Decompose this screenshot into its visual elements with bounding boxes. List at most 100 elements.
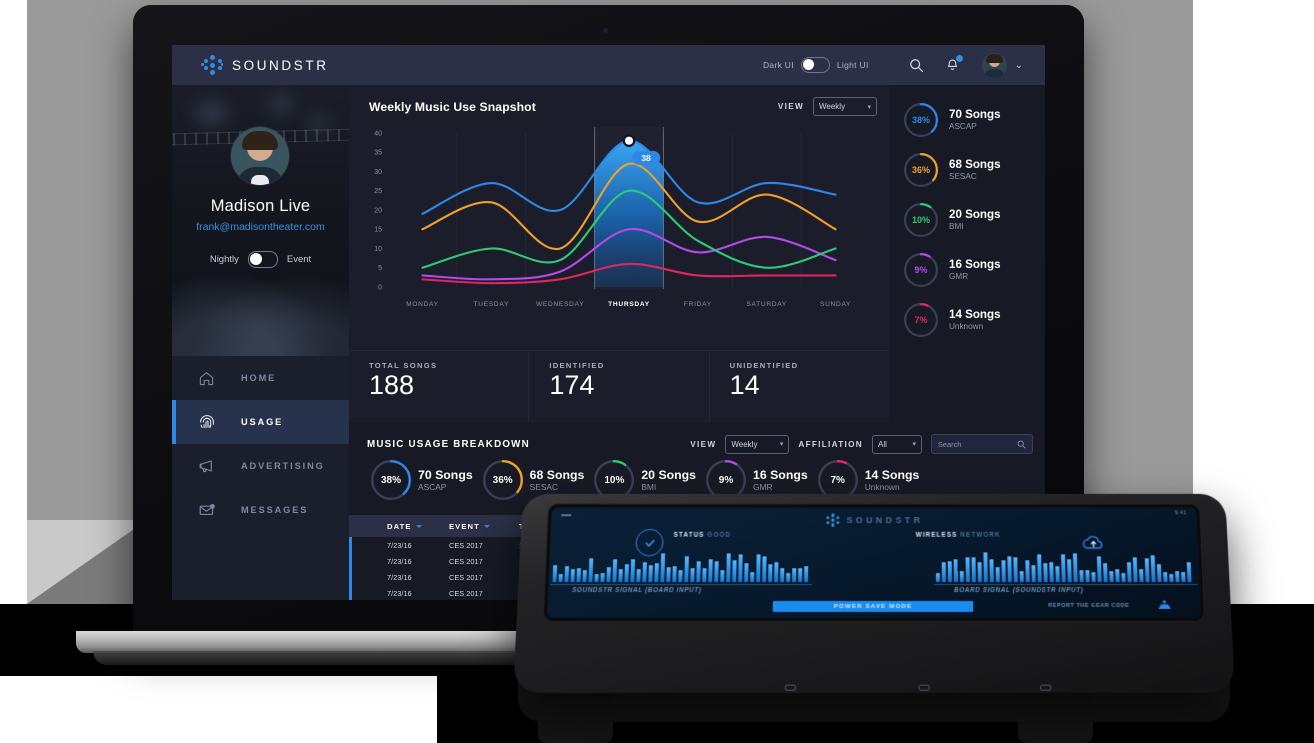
cloud-badge [1080,529,1107,554]
avatar[interactable] [981,52,1007,78]
table-column-header[interactable]: DATE [387,522,422,531]
equalizer-bar [708,559,713,583]
brand-name: SOUNDSTR [232,57,329,73]
brand-logo[interactable]: SOUNDSTR [201,55,329,75]
table-column-header[interactable]: EVENT [449,522,490,531]
profile-email[interactable]: frank@madisontheater.com [172,221,349,233]
pro-org: Unknown [949,321,984,331]
equalizer-bar [1072,553,1078,583]
equalizer-bar [989,559,994,583]
affiliation-select[interactable]: All ▾ [872,434,922,454]
equalizer-bar [1169,574,1174,583]
pro-row[interactable]: 38% 70 Songs ASCAP [889,95,1045,145]
sidebar-item-home[interactable]: HOME [172,356,349,400]
equalizer-bar [1139,569,1144,583]
equalizer-bar [636,569,641,583]
power-save-button[interactable]: POWER SAVE MODE [772,600,974,612]
search-input[interactable]: Search [931,434,1033,454]
equalizer-bar [1121,573,1126,583]
breakdown-songs: 68 Songs [529,467,585,482]
tablet-brand-name: SOUNDSTR [846,515,924,525]
stat-label: TOTAL SONGS [369,361,438,370]
wireless-label: WIRELESS [915,531,958,539]
svg-text:15: 15 [374,227,382,234]
breakdown-donut: 36% [482,460,523,500]
chevron-down-icon[interactable]: ⌄ [1015,60,1023,71]
chart-view-select[interactable]: Weekly ▾ [813,97,877,116]
upload-icon [1158,599,1171,609]
breakdown-org: BMI [641,481,657,492]
equalizer-bar [666,567,671,583]
breakdown-songs: 20 Songs [641,467,697,482]
svg-text:40: 40 [374,130,382,137]
report-gear-code-link[interactable]: REPORT THE GEAR CODE [1048,603,1129,609]
equalizer-bar [600,573,605,583]
eq-left-rule [550,584,813,586]
pro-songs: 68 Songs [949,158,1001,172]
column-label: DATE [387,521,412,531]
profile-avatar[interactable] [231,127,289,185]
pro-row[interactable]: 9% 16 Songs GMR [889,245,1045,295]
breakdown-view-select[interactable]: Weekly ▾ [725,434,790,454]
breakdown-title: MUSIC USAGE BREAKDOWN [367,438,530,450]
equalizer-bar [570,569,575,583]
pro-row[interactable]: 36% 68 Songs SESAC [889,145,1045,195]
pro-text: 70 Songs ASCAP [949,108,1001,132]
equalizer-bar [750,572,755,583]
breakdown-view-label: VIEW [690,439,717,449]
megaphone-icon [196,456,217,477]
equalizer-bar [1025,560,1030,583]
svg-text:5: 5 [378,265,382,272]
nav-recent-icon[interactable] [1040,684,1052,691]
weekly-snapshot-card: Weekly Music Use Snapshot VIEW Weekly ▾ … [349,85,889,350]
theme-switch[interactable] [800,57,830,73]
sidebar-item-messages[interactable]: MESSAGES [172,488,349,532]
sidebar-item-advertising[interactable]: ADVERTISING [172,444,349,488]
equalizer-bar [1037,554,1042,583]
table-cell: 7/23/16 [387,556,412,566]
equalizer-bar [726,553,731,583]
stat-value: 174 [549,370,595,400]
breakdown-stat-text: 16 Songs GMR [753,468,808,493]
pro-donut: 7% [904,303,938,337]
equalizer-bar [564,566,570,583]
background-fold [27,520,147,604]
chart-tooltip: 38 [632,150,660,169]
equalizer-bar [1181,572,1186,583]
equalizer-bar [971,557,976,583]
table-cell: 7/23/16 [387,540,412,550]
pro-row[interactable]: 10% 20 Songs BMI [889,195,1045,245]
fingerprint-icon [196,412,217,433]
sidebar-item-label: MESSAGES [241,505,309,515]
nightly-event-toggle[interactable]: Nightly Event [172,251,349,268]
sidebar-item-usage[interactable]: USAGE [172,400,349,444]
equalizer-bar [1132,557,1138,583]
svg-text:TUESDAY: TUESDAY [474,301,510,308]
ui-theme-toggle[interactable]: Dark UI Light UI [763,57,869,73]
equalizer-bar [792,568,797,583]
nav-back-icon[interactable] [784,684,797,691]
equalizer-bar [774,562,779,583]
dark-ui-label: Dark UI [762,60,794,70]
pro-summary-panel: 38% 70 Songs ASCAP 36% 68 Songs SESAC 10… [889,85,1045,422]
equalizer-bar [959,571,964,583]
notifications-button[interactable] [940,52,966,78]
mode-switch[interactable] [247,251,278,268]
sort-caret-icon [483,524,490,528]
chart-view-control: VIEW Weekly ▾ [778,97,877,116]
chart-header: Weekly Music Use Snapshot VIEW Weekly ▾ [369,97,877,116]
nav-home-icon[interactable] [918,684,930,691]
tablet-body: 9:41 SOUNDSTR STATUS GOOD WIRELESS NETWO… [513,493,1235,693]
equalizer-bar [672,566,677,583]
breakdown-stat[interactable]: 38% 70 Songs ASCAP [371,460,480,500]
eq-right-label: BOARD SIGNAL (SOUNDSTR INPUT) [953,587,1084,594]
equalizer-bar [798,568,803,583]
search-button[interactable] [904,52,930,78]
pro-row[interactable]: 7% 14 Songs Unknown [889,295,1045,345]
sidebar-nav: HOME USAGE ADVERTISING MESSAGES [172,356,349,532]
svg-text:WEDNESDAY: WEDNESDAY [536,301,584,308]
svg-text:10: 10 [374,246,382,253]
equalizer-bar [702,568,707,583]
equalizer-bar [684,556,689,583]
toggle-left-label: Nightly [209,254,239,265]
